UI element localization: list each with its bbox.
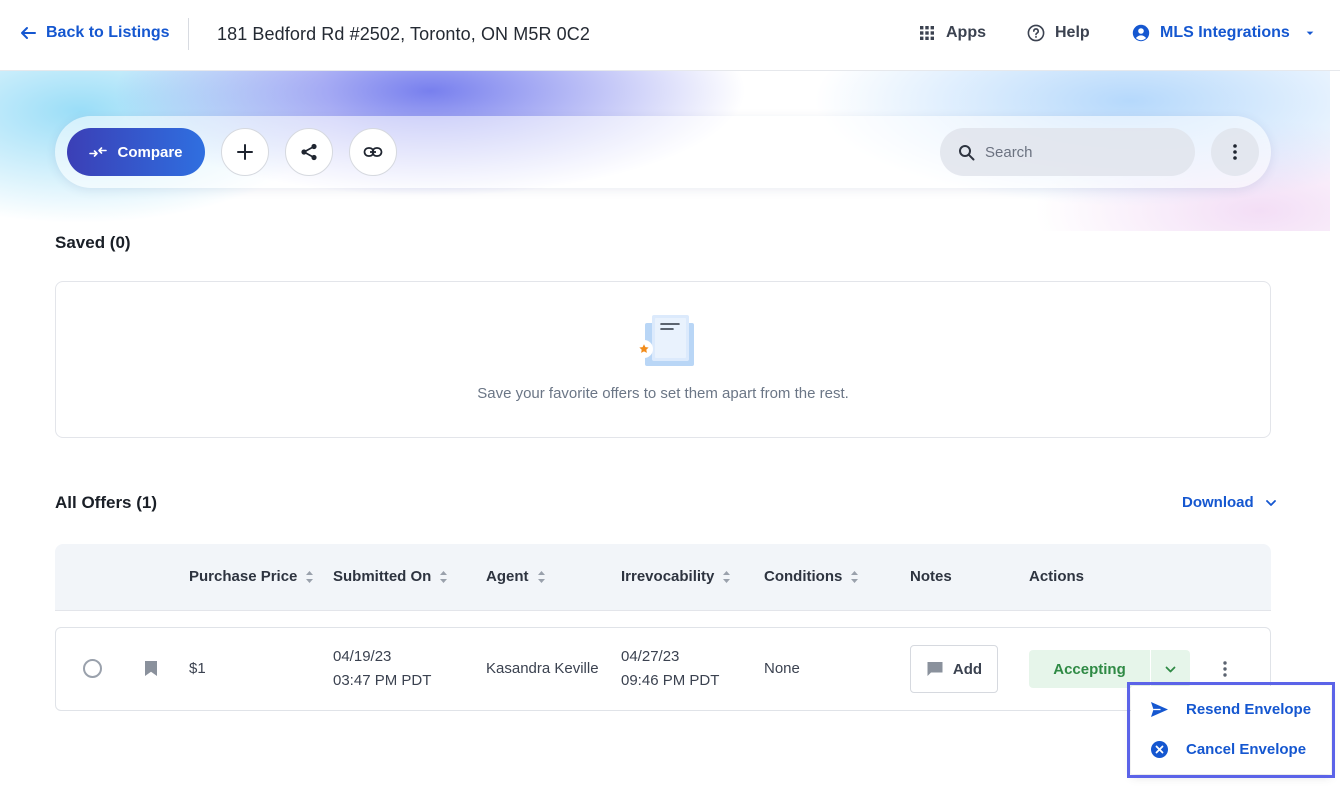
share-button[interactable] [285,128,333,176]
add-note-button[interactable]: Add [910,645,998,693]
more-vertical-icon [1223,661,1227,677]
question-circle-icon [1027,24,1045,42]
cancel-envelope-menu-item[interactable]: Cancel Envelope [1131,729,1331,769]
header-divider [188,18,189,50]
chevron-down-icon [1265,499,1276,506]
search-icon [959,144,975,160]
saved-section-title: Saved (0) [55,233,131,252]
download-button[interactable]: Download [1182,494,1278,511]
column-header-label: Irrevocability [621,568,715,585]
resend-envelope-menu-item[interactable]: Resend Envelope [1131,689,1331,729]
column-header-purchase-price[interactable]: Purchase Price [189,568,314,585]
column-header-irrevocability[interactable]: Irrevocability [621,568,731,585]
grid-icon [920,26,934,40]
more-vertical-icon [1233,144,1237,160]
saved-empty-message: Save your favorite offers to set them ap… [477,385,849,402]
close-circle-icon [1151,740,1168,758]
bookmark-icon[interactable] [143,660,159,677]
accepting-dropdown-toggle[interactable] [1151,650,1190,688]
cell-agent: Kasandra Keville [486,660,599,677]
compare-button[interactable]: Compare [67,128,205,176]
row-select-radio[interactable] [83,659,102,678]
all-offers-title: All Offers (1) [55,493,158,512]
search-input[interactable] [985,143,1165,161]
sort-icon [723,570,731,583]
sort-icon [537,570,545,583]
accepting-status-button[interactable]: Accepting [1029,650,1150,688]
user-circle-icon [1132,24,1150,42]
copy-link-button[interactable] [349,128,397,176]
compare-arrows-icon [89,147,108,157]
column-header-label: Submitted On [333,568,432,585]
download-label: Download [1182,494,1254,511]
top-navigation-bar: Back to Listings 181 Bedford Rd #2502, T… [0,0,1340,71]
link-icon [363,147,383,157]
column-header-label: Conditions [764,568,843,585]
column-header-actions: Actions [1029,568,1084,585]
share-icon [301,143,317,161]
column-header-label: Actions [1029,568,1085,585]
apps-menu-button[interactable]: Apps [918,24,986,42]
cell-conditions: None [764,660,800,677]
saved-offers-illustration-icon [635,315,694,366]
cell-irrevocability-time: 09:46 PM PDT [621,672,720,689]
chevron-down-icon [1165,666,1176,672]
column-header-label: Agent [486,568,529,585]
sort-icon [440,570,448,583]
accepting-label: Accepting [1053,660,1126,678]
cell-submitted-time: 03:47 PM PDT [333,672,432,689]
sort-icon [306,570,314,583]
cell-purchase-price: $1 [189,660,206,677]
column-header-agent[interactable]: Agent [486,568,546,585]
search-box [940,128,1195,176]
cell-irrevocability-date: 04/27/23 [621,648,680,665]
add-note-label: Add [952,660,983,678]
column-header-conditions[interactable]: Conditions [764,568,859,585]
compare-label: Compare [117,143,183,161]
column-header-label: Notes [910,568,952,585]
sort-icon [851,570,859,583]
account-menu-button[interactable]: MLS Integrations [1132,24,1316,42]
back-to-listings-label: Back to Listings [46,24,170,41]
comment-icon [927,662,943,676]
add-offer-button[interactable] [221,128,269,176]
account-label: MLS Integrations [1160,24,1290,41]
column-header-notes: Notes [910,568,952,585]
caret-down-icon [1306,31,1314,35]
help-label: Help [1055,24,1090,41]
cancel-envelope-label: Cancel Envelope [1186,740,1307,758]
row-more-options-button[interactable] [1214,658,1236,680]
help-button[interactable]: Help [1027,24,1090,42]
listing-address: 181 Bedford Rd #2502, Toronto, ON M5R 0C… [217,24,590,44]
arrow-left-icon [21,27,36,39]
column-header-label: Purchase Price [189,568,298,585]
plus-icon [237,144,253,160]
apps-label: Apps [946,24,986,41]
column-header-submitted-on[interactable]: Submitted On [333,568,448,585]
send-icon [1151,701,1168,717]
back-to-listings-link[interactable]: Back to Listings [20,24,170,42]
toolbar-more-options-button[interactable] [1211,128,1259,176]
resend-envelope-label: Resend Envelope [1186,700,1312,718]
cell-submitted-date: 04/19/23 [333,648,392,665]
